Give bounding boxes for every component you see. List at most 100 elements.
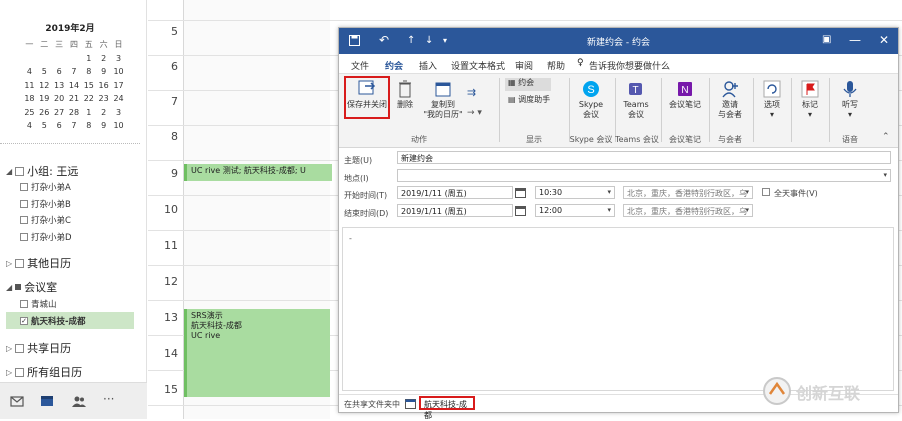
day-cell[interactable]: 12 xyxy=(37,79,52,93)
day-cell[interactable]: 21 xyxy=(67,92,82,106)
tell-me-box[interactable]: 告诉我你想要做什么 xyxy=(589,59,670,72)
start-timezone-select[interactable]: 北京，重庆，香港特别行政区，乌 ▾ xyxy=(623,186,753,199)
delete-button[interactable]: 删除 xyxy=(393,80,417,110)
options-button[interactable]: 选项 ▾ xyxy=(757,80,787,120)
day-cell[interactable]: 8 xyxy=(81,119,96,133)
day-cell[interactable]: 11 xyxy=(22,79,37,93)
tab-format-text[interactable]: 设置文本格式 xyxy=(451,59,505,72)
calendar-item[interactable]: 打杂小弟C xyxy=(20,214,71,226)
calendar-icon[interactable] xyxy=(40,395,54,407)
shared-calendars-folder[interactable]: ▷ 共享日历 xyxy=(6,340,71,356)
day-cell[interactable]: 5 xyxy=(37,65,52,79)
tab-file[interactable]: 文件 xyxy=(351,59,369,72)
day-cell[interactable] xyxy=(22,52,37,66)
calendar-event[interactable]: SRS演示 航天科技-成都 UC rive xyxy=(184,309,330,397)
day-cell[interactable]: 13 xyxy=(52,79,67,93)
date-picker-icon[interactable] xyxy=(515,187,526,198)
checkbox[interactable] xyxy=(20,200,28,208)
calendar-item[interactable]: 打杂小弟D xyxy=(20,231,72,243)
group-calendar-folder[interactable]: ◢ 小组: 王远 xyxy=(6,163,78,179)
checkbox[interactable] xyxy=(15,343,25,353)
day-cell[interactable]: 10 xyxy=(111,65,126,79)
teams-meeting-button[interactable]: T Teams 会议 xyxy=(619,80,653,120)
date-picker-icon[interactable] xyxy=(515,205,526,216)
expand-arrow-icon[interactable]: ▷ xyxy=(6,368,12,377)
appointment-view-button[interactable]: ▦ 约会 xyxy=(505,78,551,91)
day-cell[interactable]: 6 xyxy=(52,119,67,133)
day-cell[interactable]: 3 xyxy=(111,106,126,120)
forward-icon[interactable]: ⇉ xyxy=(467,86,476,99)
collapse-arrow-icon[interactable]: ◢ xyxy=(6,283,12,292)
collapse-ribbon-icon[interactable]: ⌃ xyxy=(882,132,890,142)
tab-review[interactable]: 审阅 xyxy=(515,59,533,72)
copy-to-calendar-button[interactable]: 复制到 "我的日历" xyxy=(421,80,465,120)
day-cell[interactable] xyxy=(67,52,82,66)
day-cell[interactable]: 8 xyxy=(81,65,96,79)
expand-arrow-icon[interactable]: ▷ xyxy=(6,259,12,268)
ribbon-display-icon[interactable]: ▣ xyxy=(822,34,831,45)
day-cell[interactable]: 20 xyxy=(52,92,67,106)
start-date-input[interactable]: 2019/1/11 (周五) xyxy=(397,186,513,199)
all-day-checkbox[interactable] xyxy=(762,188,770,196)
day-cell[interactable]: 14 xyxy=(67,79,82,93)
all-group-calendars-folder[interactable]: ▷ 所有组日历 xyxy=(6,364,82,380)
meeting-room-folder[interactable]: ◢ 会议室 xyxy=(6,279,57,295)
calendar-item-selected[interactable]: ✓ 航天科技-成都 xyxy=(20,315,86,327)
checkbox[interactable] xyxy=(15,367,25,377)
day-cell[interactable]: 1 xyxy=(81,106,96,120)
day-cell[interactable]: 3 xyxy=(111,52,126,66)
day-cell[interactable]: 5 xyxy=(37,119,52,133)
day-cell[interactable] xyxy=(37,52,52,66)
subject-input[interactable]: 新建约会 xyxy=(397,151,891,164)
scheduling-assistant-button[interactable]: ▤ 调度助手 xyxy=(505,95,565,105)
day-cell[interactable]: 1 xyxy=(81,52,96,66)
day-cell[interactable]: 24 xyxy=(111,92,126,106)
end-timezone-select[interactable]: 北京，重庆，香港特别行政区，乌 ▾ xyxy=(623,204,753,217)
arrow-right-icon[interactable]: → ▾ xyxy=(467,108,482,118)
shared-calendar-name[interactable]: 航天科技-成都 xyxy=(419,396,475,420)
mail-icon[interactable] xyxy=(10,395,24,407)
expand-arrow-icon[interactable]: ▷ xyxy=(6,344,12,353)
day-cell[interactable] xyxy=(52,52,67,66)
calendar-event[interactable]: UC rive 测试; 航天科技-成都; U xyxy=(184,164,332,181)
day-cell[interactable]: 2 xyxy=(96,106,111,120)
day-cell[interactable]: 22 xyxy=(81,92,96,106)
checkbox[interactable] xyxy=(20,183,28,191)
day-cell[interactable]: 17 xyxy=(111,79,126,93)
invite-attendees-button[interactable]: 邀请 与会者 xyxy=(713,80,747,120)
tab-help[interactable]: 帮助 xyxy=(547,59,565,72)
day-cell[interactable]: 27 xyxy=(52,106,67,120)
day-cell[interactable]: 7 xyxy=(67,119,82,133)
location-input[interactable]: ▾ xyxy=(397,169,891,182)
day-cell[interactable]: 28 xyxy=(67,106,82,120)
day-cell[interactable]: 19 xyxy=(37,92,52,106)
checkbox[interactable] xyxy=(20,300,28,308)
other-calendars-folder[interactable]: ▷ 其他日历 xyxy=(6,255,71,271)
day-cell[interactable]: 6 xyxy=(52,65,67,79)
day-cell[interactable]: 4 xyxy=(22,65,37,79)
calendar-item[interactable]: 打杂小弟A xyxy=(20,181,71,193)
start-time-select[interactable]: 10:30 ▾ xyxy=(535,186,615,199)
calendar-item[interactable]: 打杂小弟B xyxy=(20,198,71,210)
end-time-select[interactable]: 12:00 ▾ xyxy=(535,204,615,217)
collapse-arrow-icon[interactable]: ◢ xyxy=(6,167,12,176)
day-cell[interactable]: 10 xyxy=(111,119,126,133)
dictate-button[interactable]: 听写 ▾ xyxy=(835,80,865,120)
end-date-input[interactable]: 2019/1/11 (周五) xyxy=(397,204,513,217)
checked-checkbox-icon[interactable]: ✓ xyxy=(20,317,28,325)
checkbox[interactable] xyxy=(15,258,25,268)
more-icon[interactable]: ··· xyxy=(103,392,114,406)
minimize-icon[interactable]: — xyxy=(849,33,861,47)
calendar-folder-icon[interactable] xyxy=(405,398,416,409)
day-cell[interactable]: 15 xyxy=(81,79,96,93)
day-cell[interactable]: 9 xyxy=(96,65,111,79)
day-cell[interactable]: 26 xyxy=(37,106,52,120)
day-cell[interactable]: 16 xyxy=(96,79,111,93)
close-icon[interactable]: ✕ xyxy=(879,33,889,47)
day-cell[interactable]: 23 xyxy=(96,92,111,106)
meeting-notes-button[interactable]: N 会议笔记 xyxy=(665,80,705,110)
day-cell[interactable]: 18 xyxy=(22,92,37,106)
checkbox[interactable] xyxy=(15,284,22,290)
day-cell[interactable]: 7 xyxy=(67,65,82,79)
tags-button[interactable]: 标记 ▾ xyxy=(795,80,825,120)
